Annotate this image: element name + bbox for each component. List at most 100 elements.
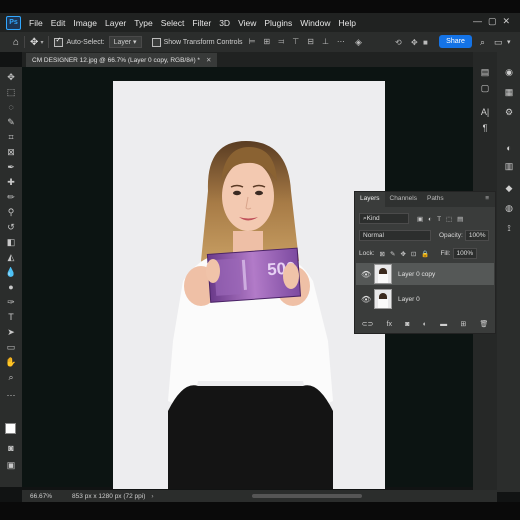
- delete-layer-icon[interactable]: 🗑: [479, 320, 488, 328]
- history-brush-tool-icon[interactable]: ↺: [4, 221, 18, 233]
- filter-kind-dropdown[interactable]: ⌕ Kind: [359, 213, 409, 224]
- adjustments-icon[interactable]: ◐: [503, 142, 515, 154]
- edit-toolbar-icon[interactable]: ⋯: [4, 389, 18, 401]
- document-canvas[interactable]: 500: [113, 81, 385, 489]
- clone-stamp-tool-icon[interactable]: ⚲: [4, 206, 18, 218]
- crop-tool-icon[interactable]: ⌗: [4, 131, 18, 143]
- history-icon[interactable]: ▤: [479, 66, 491, 78]
- lasso-tool-icon[interactable]: ◌: [4, 101, 18, 113]
- horizontal-scrollbar[interactable]: [252, 494, 362, 498]
- tab-paths[interactable]: Paths: [422, 192, 449, 207]
- fill-input[interactable]: 100%: [452, 248, 478, 259]
- align-center-icon[interactable]: ⊞: [264, 37, 271, 47]
- 3d-orbit-icon[interactable]: ⟲: [395, 38, 402, 47]
- menu-image[interactable]: Image: [73, 18, 97, 28]
- libraries-icon[interactable]: ▥: [503, 160, 515, 172]
- 3d-camera-icon[interactable]: ■: [423, 38, 428, 47]
- layer-row[interactable]: 👁 Layer 0 copy: [356, 263, 494, 285]
- document-tab[interactable]: CM DESIGNER 12.jpg @ 66.7% (Layer 0 copy…: [26, 53, 218, 67]
- menu-view[interactable]: View: [238, 18, 256, 28]
- move-tool-icon[interactable]: ✥: [30, 37, 38, 48]
- layer-name[interactable]: Layer 0: [398, 296, 420, 303]
- frame-tool-icon[interactable]: ⊠: [4, 146, 18, 158]
- eyedropper-tool-icon[interactable]: ✒: [4, 161, 18, 173]
- close-icon[interactable]: ✕: [502, 16, 510, 27]
- align-middle-icon[interactable]: ⊟: [307, 37, 314, 47]
- eraser-tool-icon[interactable]: ◧: [4, 236, 18, 248]
- healing-brush-tool-icon[interactable]: ✚: [4, 176, 18, 188]
- hand-tool-icon[interactable]: ✋: [4, 356, 18, 368]
- gradient-tool-icon[interactable]: ◭: [4, 251, 18, 263]
- align-top-icon[interactable]: ⊤: [292, 37, 299, 47]
- align-right-icon[interactable]: ⫤: [278, 37, 284, 47]
- screen-mode-icon[interactable]: ▣: [4, 459, 18, 471]
- rectangle-tool-icon[interactable]: ▭: [4, 341, 18, 353]
- paths-icon[interactable]: ⟟: [503, 222, 515, 234]
- paragraph-icon[interactable]: ¶: [479, 122, 491, 134]
- blur-tool-icon[interactable]: 💧: [4, 266, 18, 278]
- menu-type[interactable]: Type: [134, 18, 152, 28]
- layer-name[interactable]: Layer 0 copy: [398, 271, 435, 278]
- menu-edit[interactable]: Edit: [51, 18, 66, 28]
- auto-select-dropdown[interactable]: Layer ▾: [108, 36, 142, 48]
- 3d-pan-icon[interactable]: ✥: [411, 38, 418, 47]
- chevron-down-icon[interactable]: ▾: [507, 38, 511, 46]
- layers-icon[interactable]: ◆: [503, 182, 515, 194]
- align-bottom-icon[interactable]: ⊥: [322, 37, 329, 47]
- tab-layers[interactable]: Layers: [355, 192, 385, 207]
- visibility-eye-icon[interactable]: 👁: [361, 270, 371, 279]
- zoom-tool-icon[interactable]: ⌕: [4, 371, 18, 383]
- home-icon[interactable]: ⌂: [13, 37, 19, 48]
- filter-icons[interactable]: ▣◐T⬚▤: [417, 215, 468, 223]
- menu-file[interactable]: File: [29, 18, 43, 28]
- quick-mask-icon[interactable]: ◙: [4, 442, 18, 454]
- menu-layer[interactable]: Layer: [105, 18, 126, 28]
- marquee-tool-icon[interactable]: ⬚: [4, 86, 18, 98]
- properties-icon[interactable]: ⚙: [503, 106, 515, 118]
- link-layers-icon[interactable]: ⊂⊃: [362, 320, 374, 328]
- swatches-icon[interactable]: ▦: [503, 86, 515, 98]
- menu-help[interactable]: Help: [338, 18, 355, 28]
- tab-channels[interactable]: Channels: [385, 192, 422, 207]
- 3d-mode-icon[interactable]: ◈: [355, 37, 362, 48]
- maximize-icon[interactable]: ▢: [488, 16, 497, 27]
- layer-style-icon[interactable]: fx: [387, 321, 392, 328]
- quick-select-tool-icon[interactable]: ✎: [4, 116, 18, 128]
- auto-select-checkbox[interactable]: [54, 36, 64, 47]
- menu-filter[interactable]: Filter: [192, 18, 211, 28]
- zoom-level[interactable]: 66.67%: [30, 493, 52, 500]
- menu-select[interactable]: Select: [161, 18, 185, 28]
- visibility-eye-icon[interactable]: 👁: [361, 295, 371, 304]
- new-adjustment-icon[interactable]: ◐: [423, 321, 427, 328]
- distribute-icon[interactable]: ⋯: [337, 37, 345, 47]
- move-tool-icon[interactable]: ✥: [4, 71, 18, 83]
- brush-tool-icon[interactable]: ✏: [4, 191, 18, 203]
- pen-tool-icon[interactable]: ✑: [4, 296, 18, 308]
- type-tool-icon[interactable]: T: [4, 311, 18, 323]
- menu-3d[interactable]: 3D: [219, 18, 230, 28]
- lock-icons[interactable]: ⊠✎✥⊡🔒: [380, 250, 435, 258]
- close-tab-icon[interactable]: ✕: [206, 56, 211, 64]
- layer-row[interactable]: 👁 Layer 0: [356, 288, 494, 310]
- photoshop-logo-icon[interactable]: Ps: [6, 15, 21, 30]
- chevron-right-icon[interactable]: ›: [151, 493, 153, 500]
- menu-plugins[interactable]: Plugins: [264, 18, 292, 28]
- channels-icon[interactable]: ◍: [503, 202, 515, 214]
- foreground-color-swatch[interactable]: [5, 423, 16, 434]
- show-transform-checkbox[interactable]: [151, 37, 161, 47]
- add-mask-icon[interactable]: ◙: [405, 321, 409, 328]
- color-icon[interactable]: ◉: [503, 66, 515, 78]
- dodge-tool-icon[interactable]: ●: [4, 281, 18, 293]
- align-left-icon[interactable]: ⊨: [249, 37, 256, 47]
- workspace-icon[interactable]: ▭: [494, 37, 503, 48]
- opacity-input[interactable]: 100%: [464, 230, 490, 241]
- new-group-icon[interactable]: ▬: [440, 321, 447, 328]
- path-select-tool-icon[interactable]: ➤: [4, 326, 18, 338]
- comments-icon[interactable]: ▢: [479, 82, 491, 94]
- character-icon[interactable]: A|: [479, 106, 491, 118]
- chevron-down-icon[interactable]: ▾: [40, 39, 43, 46]
- blend-mode-dropdown[interactable]: Normal: [359, 230, 431, 241]
- share-button[interactable]: Share: [439, 35, 472, 48]
- search-icon[interactable]: ⌕: [480, 37, 485, 48]
- menu-window[interactable]: Window: [300, 18, 330, 28]
